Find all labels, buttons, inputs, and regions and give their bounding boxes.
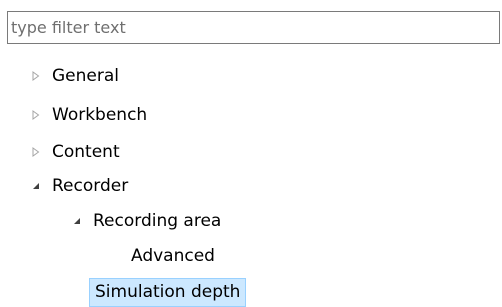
- tree-item-label: Advanced: [131, 246, 215, 266]
- preferences-tree: General Workbench Content Recorder Recor…: [0, 0, 502, 307]
- collapse-arrow-icon[interactable]: [71, 215, 83, 227]
- tree-item-advanced[interactable]: Advanced: [131, 242, 215, 270]
- tree-item-label: General: [52, 66, 119, 86]
- expand-arrow-icon[interactable]: [30, 146, 42, 158]
- tree-item-simulation-depth[interactable]: Simulation depth: [89, 277, 247, 307]
- collapse-arrow-icon[interactable]: [30, 180, 42, 192]
- expand-arrow-icon[interactable]: [30, 70, 42, 82]
- tree-item-general[interactable]: General: [30, 62, 119, 90]
- tree-item-workbench[interactable]: Workbench: [30, 101, 147, 129]
- selected-tree-item-label: Simulation depth: [89, 277, 247, 307]
- tree-item-label: Recorder: [52, 176, 129, 196]
- tree-item-content[interactable]: Content: [30, 138, 120, 166]
- tree-item-label: Recording area: [93, 211, 222, 231]
- expand-arrow-icon[interactable]: [30, 109, 42, 121]
- tree-item-recorder[interactable]: Recorder: [30, 172, 128, 200]
- tree-item-recording-area[interactable]: Recording area: [71, 207, 221, 235]
- tree-item-label: Content: [52, 142, 120, 162]
- tree-item-label: Workbench: [52, 105, 148, 125]
